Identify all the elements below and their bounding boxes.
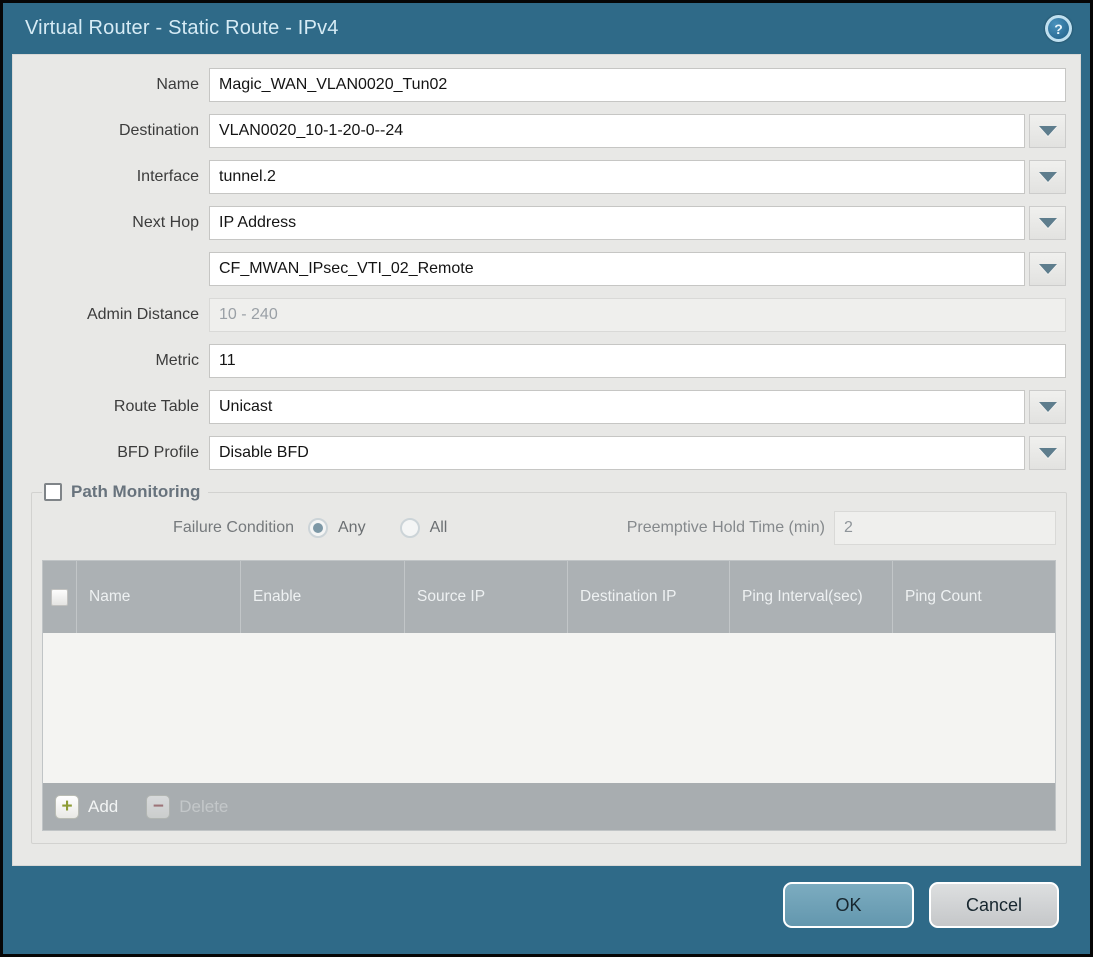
add-button[interactable]: + Add [55,795,118,819]
delete-button[interactable]: − Delete [146,795,228,819]
failure-condition-label: Failure Condition [42,519,300,537]
radio-all-icon [400,518,420,538]
destination-dropdown-button[interactable] [1029,114,1066,148]
column-header-enable[interactable]: Enable [241,561,405,633]
next-hop-address-row [13,252,1066,286]
help-icon-glyph: ? [1048,18,1069,39]
admin-distance-label: Admin Distance [13,306,209,324]
help-icon[interactable]: ? [1045,15,1072,42]
path-monitoring-title: Path Monitoring [71,482,200,502]
route-table-dropdown-button[interactable] [1029,390,1066,424]
metric-label: Metric [13,352,209,370]
next-hop-type-input[interactable] [209,206,1025,240]
interface-input[interactable] [209,160,1025,194]
destination-label: Destination [13,122,209,140]
static-route-dialog: Virtual Router - Static Route - IPv4 ? N… [0,0,1093,957]
table-body-empty [43,633,1055,783]
chevron-down-icon [1039,402,1057,412]
column-header-ping-interval[interactable]: Ping Interval(sec) [730,561,893,633]
destination-row: Destination [13,114,1066,148]
column-header-source-ip[interactable]: Source IP [405,561,568,633]
path-monitoring-section: Path Monitoring Failure Condition Any Al… [31,482,1067,844]
dialog-title: Virtual Router - Static Route - IPv4 [25,17,339,40]
failure-condition-radio-group: Any All [308,518,447,538]
select-all-checkbox[interactable] [51,589,68,606]
bfd-profile-row: BFD Profile [13,436,1066,470]
add-plus-icon: + [55,795,79,819]
radio-any-label: Any [338,519,366,537]
next-hop-address-input[interactable] [209,252,1025,286]
path-monitoring-checkbox[interactable] [44,483,62,501]
radio-any-icon [308,518,328,538]
bfd-profile-input[interactable] [209,436,1025,470]
next-hop-type-dropdown-button[interactable] [1029,206,1066,240]
radio-any[interactable]: Any [308,518,366,538]
next-hop-address-dropdown-button[interactable] [1029,252,1066,286]
dialog-content: Name Destination Interface [12,54,1081,866]
bfd-profile-dropdown-button[interactable] [1029,436,1066,470]
interface-row: Interface [13,160,1066,194]
metric-input[interactable] [209,344,1066,378]
delete-minus-icon: − [146,795,170,819]
column-header-ping-count[interactable]: Ping Count [893,561,1055,633]
ok-button[interactable]: OK [783,882,914,928]
column-header-name[interactable]: Name [77,561,241,633]
table-header: Name Enable Source IP Destination IP Pin… [43,561,1055,633]
next-hop-row: Next Hop [13,206,1066,240]
delete-button-label: Delete [179,797,228,817]
name-row: Name [13,68,1066,102]
chevron-down-icon [1039,448,1057,458]
column-header-destination-ip[interactable]: Destination IP [568,561,730,633]
interface-label: Interface [13,168,209,186]
path-monitoring-legend: Path Monitoring [42,482,208,502]
next-hop-label: Next Hop [13,214,209,232]
admin-distance-row: Admin Distance [13,298,1066,332]
preemptive-hold-time: Preemptive Hold Time (min) [627,511,1056,545]
route-table-input[interactable] [209,390,1025,424]
bfd-profile-label: BFD Profile [13,444,209,462]
table-toolbar: + Add − Delete [43,783,1055,830]
add-button-label: Add [88,797,118,817]
metric-row: Metric [13,344,1066,378]
preemptive-hold-time-input[interactable] [834,511,1056,545]
route-table-label: Route Table [13,398,209,416]
select-all-cell [43,561,77,633]
chevron-down-icon [1039,172,1057,182]
preemptive-hold-time-label: Preemptive Hold Time (min) [627,519,834,537]
radio-all[interactable]: All [400,518,448,538]
interface-dropdown-button[interactable] [1029,160,1066,194]
chevron-down-icon [1039,264,1057,274]
cancel-button[interactable]: Cancel [929,882,1059,928]
route-table-row: Route Table [13,390,1066,424]
radio-all-label: All [430,519,448,537]
name-input[interactable] [209,68,1066,102]
chevron-down-icon [1039,218,1057,228]
dialog-titlebar: Virtual Router - Static Route - IPv4 ? [3,3,1090,54]
dialog-footer: OK Cancel [3,866,1090,957]
admin-distance-input[interactable] [209,298,1066,332]
failure-condition-row: Failure Condition Any All Preemptive Hol… [42,510,1056,546]
destination-input[interactable] [209,114,1025,148]
name-label: Name [13,76,209,94]
path-monitoring-table: Name Enable Source IP Destination IP Pin… [42,560,1056,831]
chevron-down-icon [1039,126,1057,136]
